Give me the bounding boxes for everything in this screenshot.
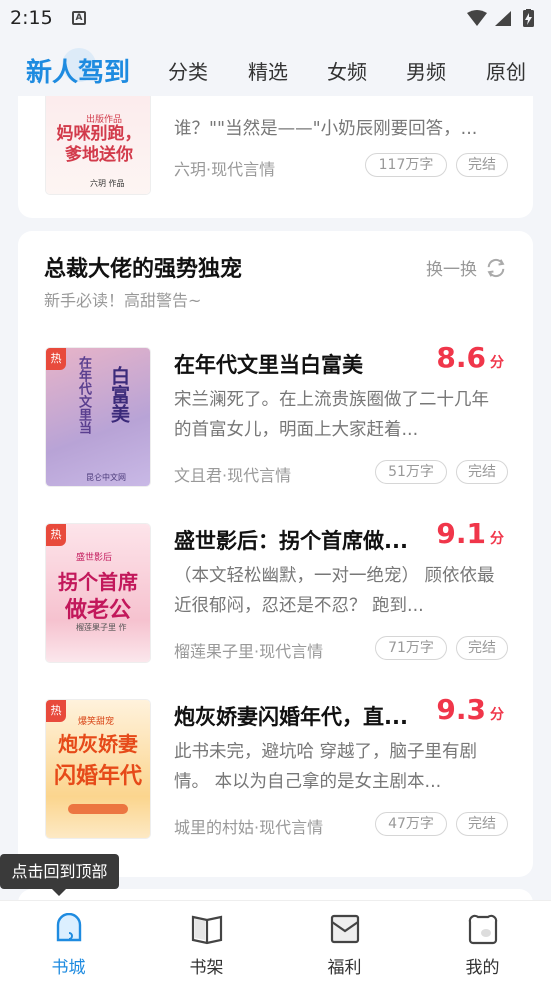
prev-book-card[interactable]: 出版作品 妈咪别跑，爹地送你 六玥 作品 谁？""当然是——"小奶辰刚要回答，.… <box>18 96 533 218</box>
signal-battery-icon <box>467 9 534 27</box>
bottom-tab-label: 我的 <box>465 958 500 978</box>
top-nav: 新人驾到 分类 精选 女频 男频 原创 <box>0 36 551 98</box>
book-author: 六玥·现代言情 <box>174 160 276 179</box>
tooltip-arrow <box>52 889 66 896</box>
book-title[interactable]: 炮灰娇妻闪婚年代，直... <box>174 701 408 731</box>
welfare-icon <box>330 914 360 944</box>
bottom-tab-welfare[interactable]: 福利 <box>276 901 413 981</box>
bottom-tab-label: 书架 <box>189 958 224 978</box>
tab-female[interactable]: 女频 <box>327 56 367 85</box>
book-score: 9.1 分 <box>436 517 504 550</box>
cover-subtitle: 闪婚年代 <box>53 764 142 789</box>
tab-category[interactable]: 分类 <box>168 56 208 85</box>
book-item[interactable]: 热 盛世影后 拐个首席 做老公 榴莲果子里 作 盛世影后：拐个首席做... 9.… <box>18 407 533 662</box>
notification-icon: A <box>72 11 86 25</box>
tab-original[interactable]: 原创 <box>486 56 526 85</box>
book-score: 9.3 分 <box>436 693 504 726</box>
section-card: 总裁大佬的强势独宠 新手必读！高甜警告~ 换一换 热 白富美 在年代文里当 昆仑… <box>18 231 533 877</box>
bottom-tab-bookshelf[interactable]: 书架 <box>138 901 275 981</box>
book-title[interactable]: 在年代文里当白富美 <box>174 349 363 379</box>
status-time: 2:15 <box>10 7 53 29</box>
status-tag: 完结 <box>456 153 508 177</box>
status-bar: 2:15 A <box>0 0 551 36</box>
book-item[interactable]: 热 爆笑甜宠 炮灰娇妻 闪婚年代 炮灰娇妻闪婚年代，直... 9.3 分 此书未完… <box>18 583 533 838</box>
cover-title: 妈咪别跑，爹地送你 <box>56 124 142 165</box>
book-cover[interactable]: 热 爆笑甜宠 炮灰娇妻 闪婚年代 <box>46 700 150 838</box>
hot-badge: 热 <box>46 524 66 546</box>
tab-featured[interactable]: 精选 <box>248 56 288 85</box>
bottom-nav: 书城 书架 福利 我的 <box>0 900 551 981</box>
book-description: 此书未完，避坑哈 穿越了，脑子里有剧情。 本以为自己拿的是女主剧本... <box>174 742 478 792</box>
profile-icon <box>468 914 498 945</box>
tab-male[interactable]: 男频 <box>406 56 446 85</box>
bottom-tab-bookstore[interactable]: 书城 <box>0 901 137 981</box>
word-count-tag: 47万字 <box>375 812 447 836</box>
hot-badge: 热 <box>46 700 66 722</box>
book-author: 城里的村姑·现代言情 <box>174 818 324 837</box>
cover-decoration <box>68 804 128 814</box>
book-score: 8.6 分 <box>436 341 504 374</box>
back-to-top-tooltip[interactable]: 点击回到顶部 <box>0 854 119 889</box>
bottom-tab-profile[interactable]: 我的 <box>414 901 551 981</box>
cover-title: 炮灰娇妻 <box>58 732 138 756</box>
cover-author: 六玥 作品 <box>90 179 125 188</box>
cover-tag: 盛世影后 <box>76 553 113 563</box>
book-description: 谁？""当然是——"小奶辰刚要回答，... <box>174 119 478 139</box>
tab-newcomer[interactable]: 新人驾到 <box>26 52 130 89</box>
book-title[interactable]: 盛世影后：拐个首席做... <box>174 525 408 555</box>
word-count-tag: 117万字 <box>365 153 447 177</box>
book-cover[interactable]: 出版作品 妈咪别跑，爹地送你 六玥 作品 <box>46 96 150 194</box>
bookshelf-icon <box>191 915 223 945</box>
bookstore-icon <box>56 913 82 942</box>
bottom-tab-label: 书城 <box>51 958 86 978</box>
hot-badge: 热 <box>46 348 66 370</box>
status-tag: 完结 <box>456 812 508 836</box>
cover-tag: 爆笑甜宠 <box>78 717 115 727</box>
bottom-tab-label: 福利 <box>327 958 362 978</box>
